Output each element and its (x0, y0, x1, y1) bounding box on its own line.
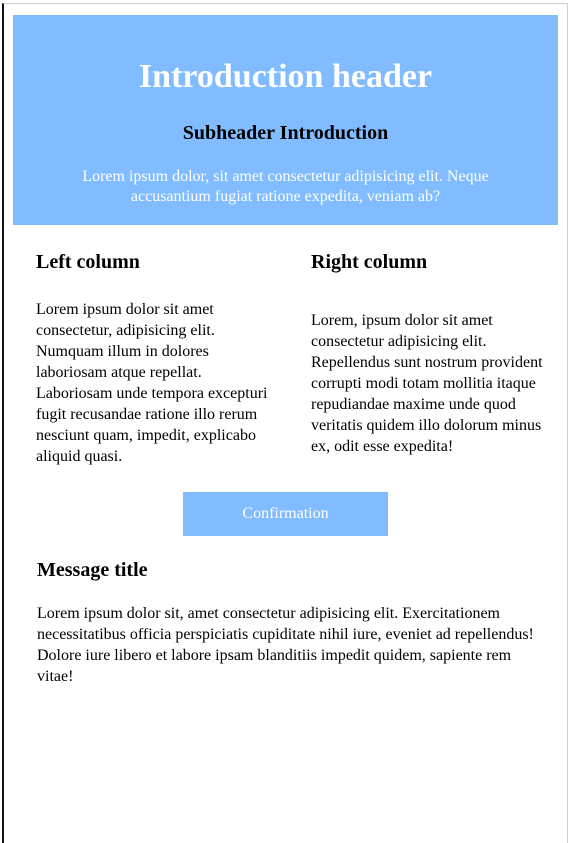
left-column-text: Lorem ipsum dolor sit amet consectetur, … (36, 301, 268, 465)
right-column-text: Lorem, ipsum dolor sit amet consectetur … (311, 312, 543, 455)
right-column-title: Right column (311, 251, 428, 273)
confirmation-button[interactable]: Confirmation (183, 492, 388, 536)
intro-header-section: Introduction header Subheader Introducti… (13, 15, 558, 225)
message-text: Lorem ipsum dolor sit, amet consectetur … (37, 605, 534, 685)
left-column-title: Left column (36, 251, 140, 273)
intro-subheader: Subheader Introduction (182, 122, 389, 144)
intro-text: Lorem ipsum dolor, sit amet consectetur … (82, 168, 489, 205)
message-title: Message title (37, 559, 148, 581)
intro-header-title: Introduction header (138, 58, 433, 95)
